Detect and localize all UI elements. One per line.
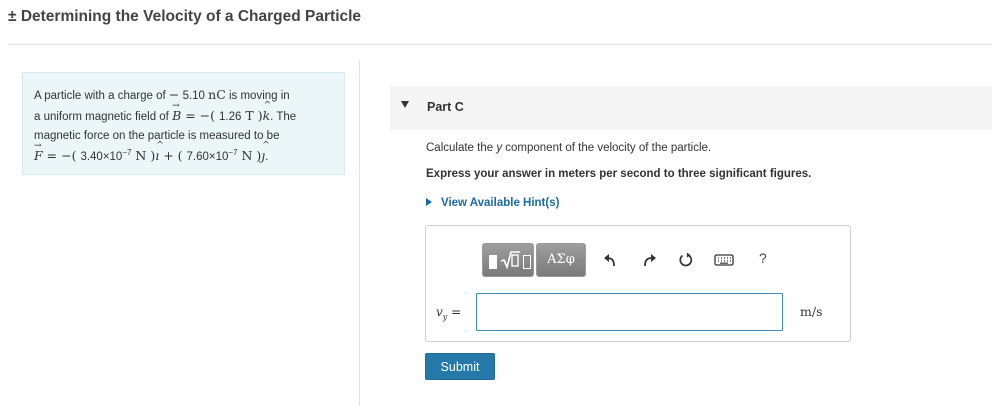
answer-unit: m/s <box>800 304 823 319</box>
answer-input[interactable] <box>476 293 783 331</box>
greek-symbols-button[interactable]: ΑΣφ <box>536 243 586 277</box>
title-divider <box>8 44 992 45</box>
page-title: ± Determining the Velocity of a Charged … <box>8 8 362 25</box>
collapse-caret-icon[interactable] <box>401 101 409 108</box>
help-button[interactable]: ? <box>759 250 767 266</box>
undo-icon[interactable] <box>603 252 619 268</box>
redo-icon[interactable] <box>641 252 657 268</box>
templates-button[interactable] <box>482 243 534 277</box>
problem-statement: A particle with a charge of − 5.10 nC is… <box>22 72 345 175</box>
problem-line-2: a uniform magnetic field of B = −( 1.26 … <box>34 97 334 127</box>
problem-line-3: magnetic force on the particle is measur… <box>34 130 280 142</box>
view-hints-link[interactable]: View Available Hint(s) <box>426 197 559 209</box>
expand-caret-icon <box>426 198 432 206</box>
answer-instruction: Express your answer in meters per second… <box>426 168 812 180</box>
answer-variable-label: vy = <box>436 305 462 322</box>
submit-button[interactable]: Submit <box>425 353 495 380</box>
problem-line-4: F = −( 3.40×10−7 N )ı + ( 7.60×10−7 N )ȷ… <box>34 137 334 167</box>
keyboard-icon[interactable] <box>714 252 734 268</box>
answer-box: ΑΣφ ? vy = m/s <box>425 225 851 342</box>
reset-icon[interactable] <box>678 252 694 268</box>
problem-line-1: A particle with a charge of − 5.10 nC is… <box>34 87 290 102</box>
part-header[interactable]: Part C <box>390 86 992 130</box>
column-divider <box>359 60 360 406</box>
part-label: Part C <box>427 100 464 114</box>
question-text: Calculate the y component of the velocit… <box>426 142 712 154</box>
